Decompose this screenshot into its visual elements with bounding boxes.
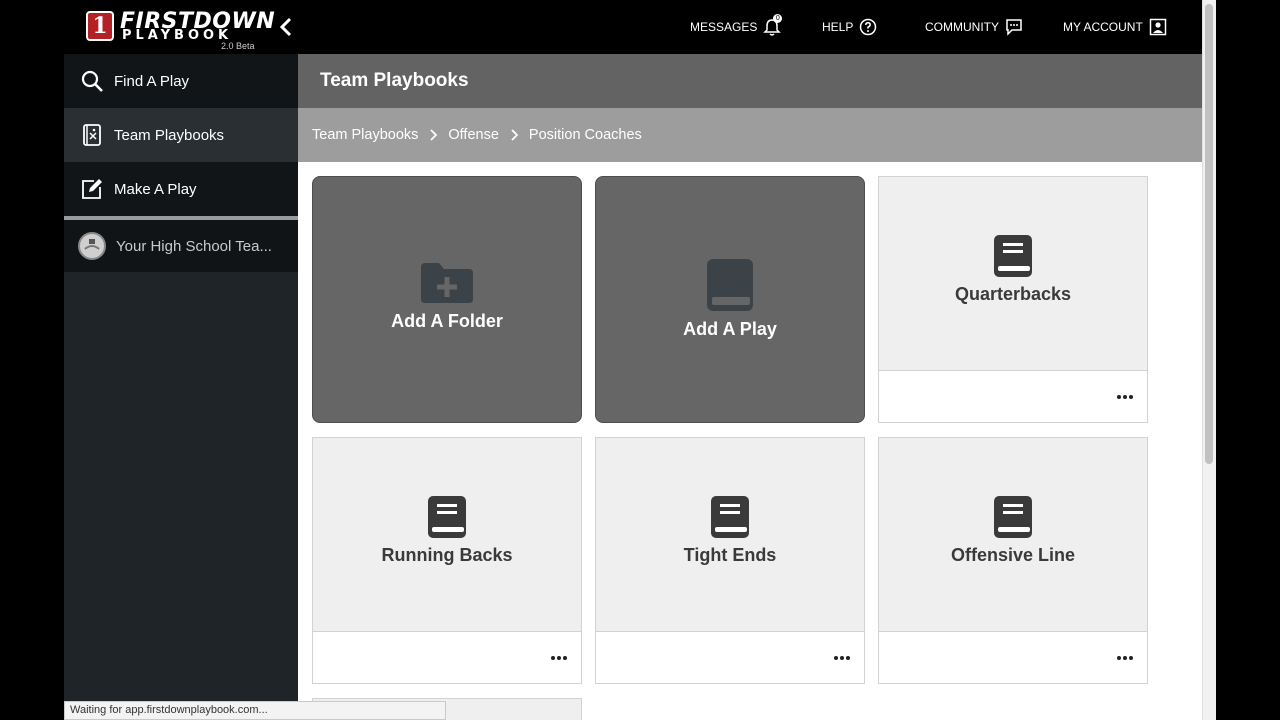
messages-label: MESSAGES [690, 20, 758, 34]
breadcrumb-team-playbooks[interactable]: Team Playbooks [312, 127, 418, 143]
add-folder-card[interactable]: Add A Folder [312, 176, 582, 423]
folder-card-body: Tight Ends [596, 438, 864, 632]
playbook-icon [83, 124, 101, 146]
breadcrumb-offense[interactable]: Offense [448, 127, 499, 143]
team-name: Your High School Tea... [116, 237, 272, 255]
logo-badge: 1 [86, 11, 114, 41]
app-window: 1 FIRSTDOWN PLAYBOOK 2.0 Beta MESSAGES 0… [64, 0, 1202, 720]
browser-status-bar: Waiting for app.firstdownplaybook.com... [64, 701, 446, 720]
scrollbar-thumb[interactable] [1205, 4, 1213, 464]
team-logo-icon [84, 239, 100, 250]
book-icon [994, 235, 1032, 277]
my-account-label: MY ACCOUNT [1063, 20, 1143, 34]
firstdown-logo[interactable]: 1 FIRSTDOWN PLAYBOOK 2.0 Beta [84, 9, 275, 53]
version-label: 2.0 Beta [221, 41, 255, 51]
help-link[interactable]: HELP [822, 17, 877, 37]
chevron-left-icon [279, 17, 292, 37]
bell-icon: 0 [763, 14, 783, 37]
book-icon [707, 259, 753, 311]
folder-name: Quarterbacks [954, 284, 1072, 304]
account-icon [1149, 18, 1167, 36]
folder-name: Tight Ends [683, 545, 777, 565]
chevron-right-icon [511, 129, 519, 141]
sidebar-item-label: Find A Play [114, 72, 190, 90]
page-title: Team Playbooks [298, 54, 1202, 108]
community-label: COMMUNITY [925, 20, 999, 34]
folder-card-tight-ends[interactable]: Tight Ends [595, 437, 865, 684]
community-link[interactable]: COMMUNITY [925, 17, 1023, 37]
messages-link[interactable]: MESSAGES 0 [690, 14, 783, 37]
sidebar-item-team-playbooks[interactable]: Team Playbooks [64, 108, 298, 162]
more-options-icon[interactable] [1117, 394, 1135, 400]
more-options-icon[interactable] [834, 655, 852, 661]
folder-card-quarterbacks[interactable]: Quarterbacks [878, 176, 1148, 423]
breadcrumb: Team Playbooks Offense Position Coaches [298, 108, 1202, 162]
team-avatar [78, 232, 106, 260]
my-account-link[interactable]: MY ACCOUNT [1063, 17, 1167, 37]
breadcrumb-position-coaches[interactable]: Position Coaches [529, 127, 642, 143]
sidebar-item-find-a-play[interactable]: Find A Play [64, 54, 298, 108]
add-play-card[interactable]: Add A Play [595, 176, 865, 423]
more-options-icon[interactable] [1117, 655, 1135, 661]
folder-card-body: Running Backs [313, 438, 581, 632]
add-folder-label: Add A Folder [391, 311, 503, 331]
more-options-icon[interactable] [551, 655, 569, 661]
collapse-sidebar-button[interactable] [276, 15, 296, 39]
sidebar-item-label: Make A Play [114, 180, 197, 198]
sidebar: Find A Play Team Playbooks Make A Play Y… [64, 54, 298, 720]
sidebar-item-make-a-play[interactable]: Make A Play [64, 162, 298, 216]
top-bar: 1 FIRSTDOWN PLAYBOOK 2.0 Beta MESSAGES 0… [64, 0, 1202, 54]
book-icon [428, 496, 466, 538]
sidebar-item-team[interactable]: Your High School Tea... [64, 220, 298, 272]
add-play-label: Add A Play [683, 319, 777, 339]
folder-plus-icon [421, 263, 473, 303]
main-content: Team Playbooks Team Playbooks Offense Po… [298, 54, 1202, 720]
folder-name: Offensive Line [950, 545, 1076, 565]
folder-card-body: Offensive Line [879, 438, 1147, 632]
help-circle-icon [860, 18, 877, 36]
logo-word-playbook: PLAYBOOK [122, 28, 233, 43]
folder-card-body: Quarterbacks [879, 177, 1147, 371]
chevron-right-icon [430, 129, 438, 141]
help-label: HELP [822, 20, 854, 34]
edit-icon [82, 179, 102, 199]
book-icon [994, 496, 1032, 538]
folder-name: Running Backs [381, 545, 513, 565]
book-icon [711, 496, 749, 538]
chat-bubble-icon [1006, 19, 1022, 36]
sidebar-item-label: Team Playbooks [114, 126, 225, 144]
folder-card-offensive-line[interactable]: Offensive Line [878, 437, 1148, 684]
folder-card-running-backs[interactable]: Running Backs [312, 437, 582, 684]
search-icon [81, 70, 103, 92]
